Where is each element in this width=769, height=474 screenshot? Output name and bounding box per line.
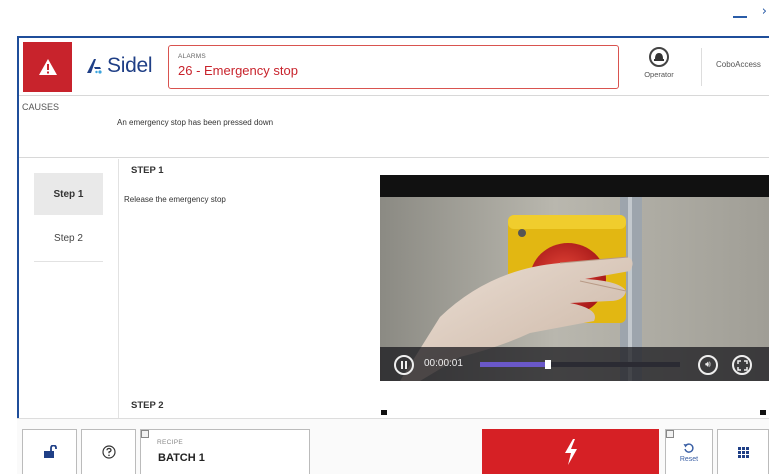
pause-button[interactable]	[394, 355, 414, 375]
alarm-label: ALARMS	[178, 53, 206, 60]
bottom-toolbar: RECIPE BATCH 1 Reset	[17, 418, 769, 474]
lock-button[interactable]	[22, 429, 77, 474]
step-1-description: Release the emergency stop	[124, 195, 226, 204]
unlock-icon	[43, 445, 57, 458]
steps-nav: Step 1 Step 2	[19, 159, 119, 418]
recipe-button[interactable]: RECIPE BATCH 1	[140, 429, 310, 474]
video-progress-bar[interactable]	[480, 360, 680, 369]
causes-section: CAUSES An emergency stop has been presse…	[19, 96, 769, 158]
causes-title: CAUSES	[22, 102, 60, 112]
sidel-logo-mark-icon	[87, 59, 102, 74]
operator-helmet-icon	[649, 47, 669, 67]
steps-area: Step 1 Step 2 STEP 1 Release the emergen…	[19, 159, 769, 418]
recipe-label: RECIPE	[157, 439, 184, 446]
step-1-title: STEP 1	[131, 165, 164, 176]
sidel-logo: Sidel	[85, 54, 153, 78]
alarm-indicator[interactable]	[23, 42, 72, 92]
help-button[interactable]	[81, 429, 136, 474]
reset-label: Reset	[679, 455, 699, 463]
user-label[interactable]: CoboAccess	[716, 60, 761, 69]
video-player[interactable]: 00:00:01 🔊︎	[380, 175, 769, 381]
video-marker-left	[381, 410, 387, 415]
video-time: 00:00:01	[424, 358, 463, 369]
nav-step-1[interactable]: Step 1	[34, 173, 103, 215]
window-minimize-icon[interactable]	[733, 16, 747, 18]
apps-grid-button[interactable]	[717, 429, 769, 474]
fullscreen-icon	[736, 359, 748, 371]
reset-icon	[683, 442, 694, 453]
reset-lock-icon	[666, 430, 674, 438]
header-divider	[701, 48, 702, 86]
video-controls: 00:00:01 🔊︎	[380, 347, 769, 381]
logo-text: Sidel	[107, 54, 153, 77]
causes-text: An emergency stop has been pressed down	[117, 118, 274, 127]
nav-divider	[34, 261, 103, 262]
nav-step-2[interactable]: Step 2	[34, 217, 103, 259]
window-chevron-icon[interactable]: ›	[762, 4, 767, 19]
operator-label: Operator	[644, 70, 674, 79]
app-frame: Sidel ALARMS 26 - Emergency stop Operato…	[17, 36, 769, 418]
video-progress-fill	[480, 362, 548, 367]
help-icon	[101, 445, 116, 459]
reset-button[interactable]: Reset	[665, 429, 713, 474]
alarm-box[interactable]: ALARMS 26 - Emergency stop	[168, 45, 619, 89]
grid-icon	[737, 446, 749, 458]
recipe-lock-icon	[141, 430, 149, 438]
video-marker-right	[760, 410, 766, 415]
lightning-icon	[564, 439, 577, 465]
alarm-text: 26 - Emergency stop	[178, 63, 298, 78]
recipe-value: BATCH 1	[158, 452, 205, 464]
volume-button[interactable]: 🔊︎	[698, 355, 718, 375]
warning-triangle-icon	[38, 59, 57, 75]
operator-button[interactable]: Operator	[639, 47, 679, 79]
emergency-button[interactable]	[482, 429, 659, 474]
step-2-title: STEP 2	[131, 400, 164, 411]
header: Sidel ALARMS 26 - Emergency stop Operato…	[19, 38, 769, 96]
fullscreen-button[interactable]	[732, 355, 752, 375]
video-progress-knob[interactable]	[545, 360, 551, 369]
